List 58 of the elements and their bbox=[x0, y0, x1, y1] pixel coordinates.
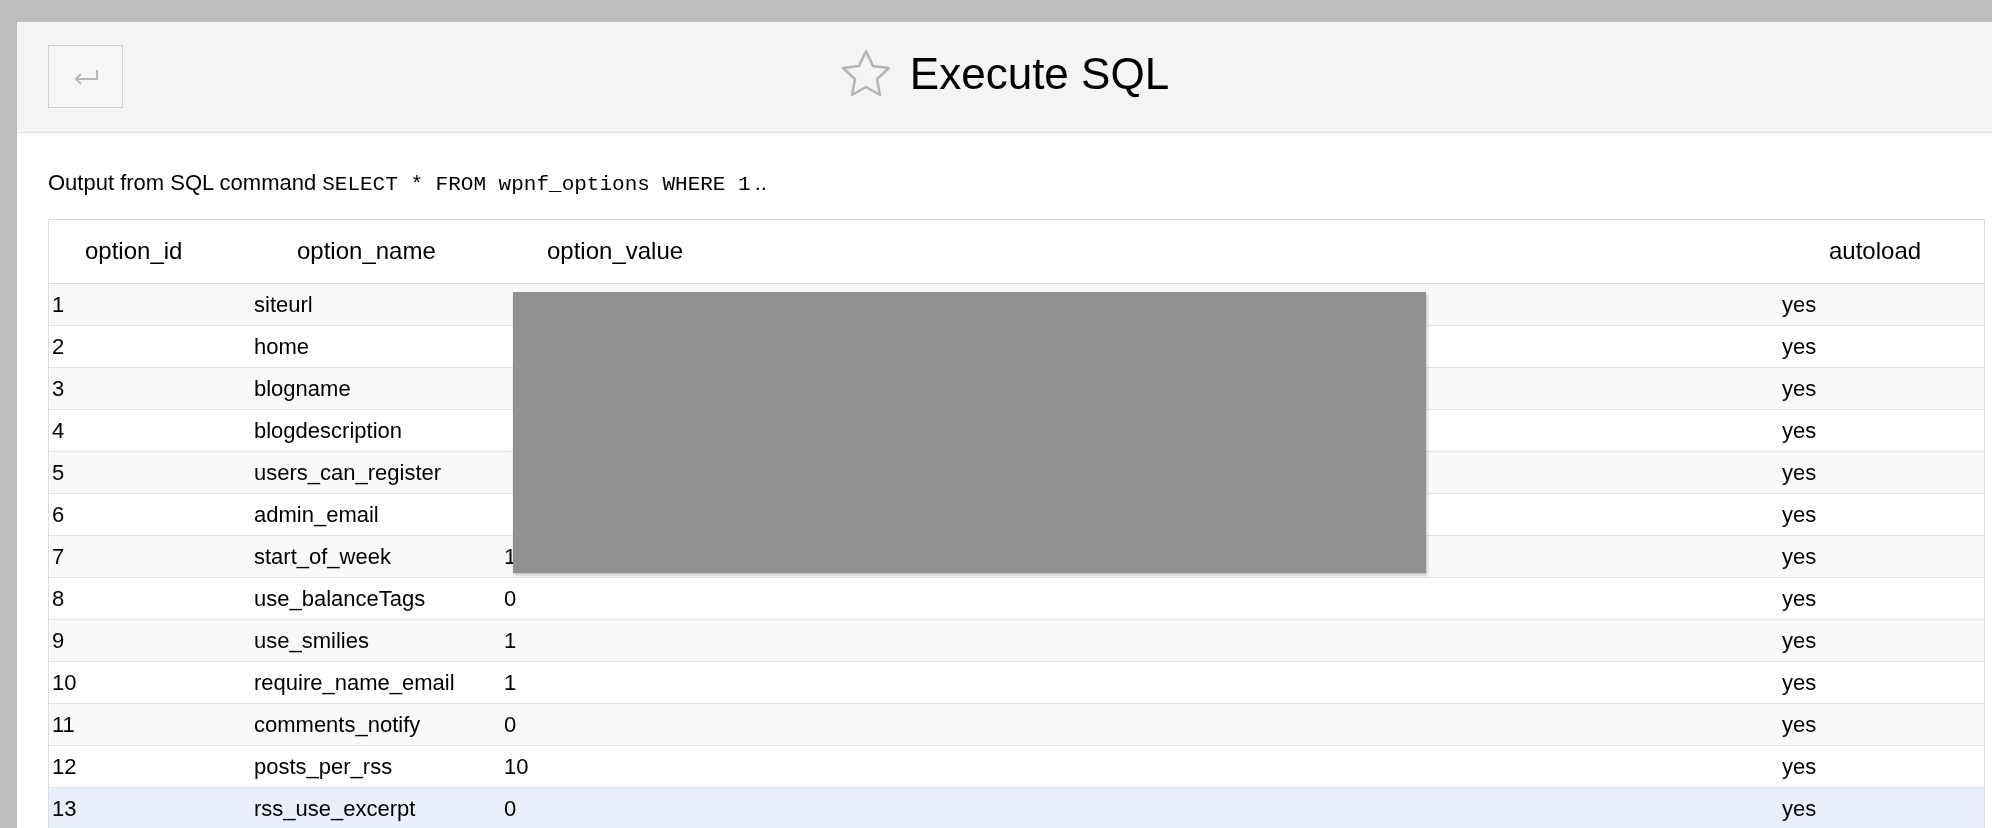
table-cell-text: 8 bbox=[51, 584, 66, 613]
table-cell-text: yes bbox=[1781, 290, 1818, 319]
back-button[interactable] bbox=[48, 45, 123, 108]
table-cell-text: rss_use_excerpt bbox=[253, 794, 417, 823]
table-cell-text: 12 bbox=[51, 752, 78, 781]
column-header[interactable]: option_id bbox=[49, 233, 251, 269]
table-cell-text: siteurl bbox=[253, 290, 314, 319]
output-label: Output from SQL command bbox=[48, 169, 317, 197]
table-cell-text: yes bbox=[1781, 752, 1818, 781]
table-cell-text: yes bbox=[1781, 626, 1818, 655]
table-cell-text: use_balanceTags bbox=[253, 584, 427, 613]
table-cell-text: yes bbox=[1781, 794, 1818, 823]
output-suffix: .. bbox=[754, 169, 767, 197]
table-cell-text: 0 bbox=[503, 710, 518, 739]
table-cell-text: start_of_week bbox=[253, 542, 392, 571]
table-cell-text: comments_notify bbox=[253, 710, 422, 739]
table-cell-text: 10 bbox=[51, 668, 78, 697]
table-cell-text: 1 bbox=[51, 290, 66, 319]
table-cell-text: yes bbox=[1781, 332, 1818, 361]
table-cell-text: yes bbox=[1781, 710, 1818, 739]
table-row[interactable]: 11 comments_notify 0 yes bbox=[49, 703, 1984, 746]
table-cell-text: require_name_email bbox=[253, 668, 456, 697]
table-cell-text: yes bbox=[1781, 668, 1818, 697]
page-title: Execute SQL bbox=[909, 48, 1170, 100]
table-cell-text: yes bbox=[1781, 374, 1818, 403]
table-row[interactable]: 13 rss_use_excerpt 0 yes bbox=[49, 787, 1984, 828]
sql-command: SELECT * FROM wpnf_options WHERE 1 bbox=[322, 172, 751, 198]
table-cell-text: yes bbox=[1781, 416, 1818, 445]
table-cell-text: 11 bbox=[51, 710, 76, 739]
table-cell-text: 5 bbox=[51, 458, 66, 487]
table-cell-text: 13 bbox=[51, 794, 78, 823]
table-cell-text: blogname bbox=[253, 374, 352, 403]
table-cell-text: 6 bbox=[51, 500, 66, 529]
table-cell-text: 4 bbox=[51, 416, 66, 445]
table-cell-text: 0 bbox=[503, 584, 518, 613]
star-icon[interactable] bbox=[839, 49, 892, 99]
column-header[interactable]: option_name bbox=[251, 233, 501, 269]
column-header[interactable]: autoload bbox=[1779, 233, 1984, 269]
table-cell-text: 0 bbox=[503, 794, 518, 823]
table-cell-text: 3 bbox=[51, 374, 66, 403]
table-cell-text: home bbox=[253, 332, 311, 361]
table-cell-text: 1 bbox=[503, 626, 518, 655]
table-cell-text: 1 bbox=[503, 668, 518, 697]
table-cell-text: yes bbox=[1781, 542, 1818, 571]
table-cell-text: yes bbox=[1781, 584, 1818, 613]
table-cell-text: blogdescription bbox=[253, 416, 403, 445]
table-cell-text: users_can_register bbox=[253, 458, 443, 487]
table-cell-text: use_smilies bbox=[253, 626, 370, 655]
table-cell-text: 7 bbox=[51, 542, 66, 571]
column-header[interactable]: option_value bbox=[501, 233, 1779, 269]
table-cell-text: 2 bbox=[51, 332, 66, 361]
table-row[interactable]: 9 use_smilies 1 yes bbox=[49, 619, 1984, 662]
table-cell-text: admin_email bbox=[253, 500, 380, 529]
table-cell-text: posts_per_rss bbox=[253, 752, 394, 781]
table-cell-text: yes bbox=[1781, 458, 1818, 487]
table-cell-text: yes bbox=[1781, 500, 1818, 529]
table-cell-text: 10 bbox=[503, 752, 530, 781]
table-cell-text: 9 bbox=[51, 626, 66, 655]
